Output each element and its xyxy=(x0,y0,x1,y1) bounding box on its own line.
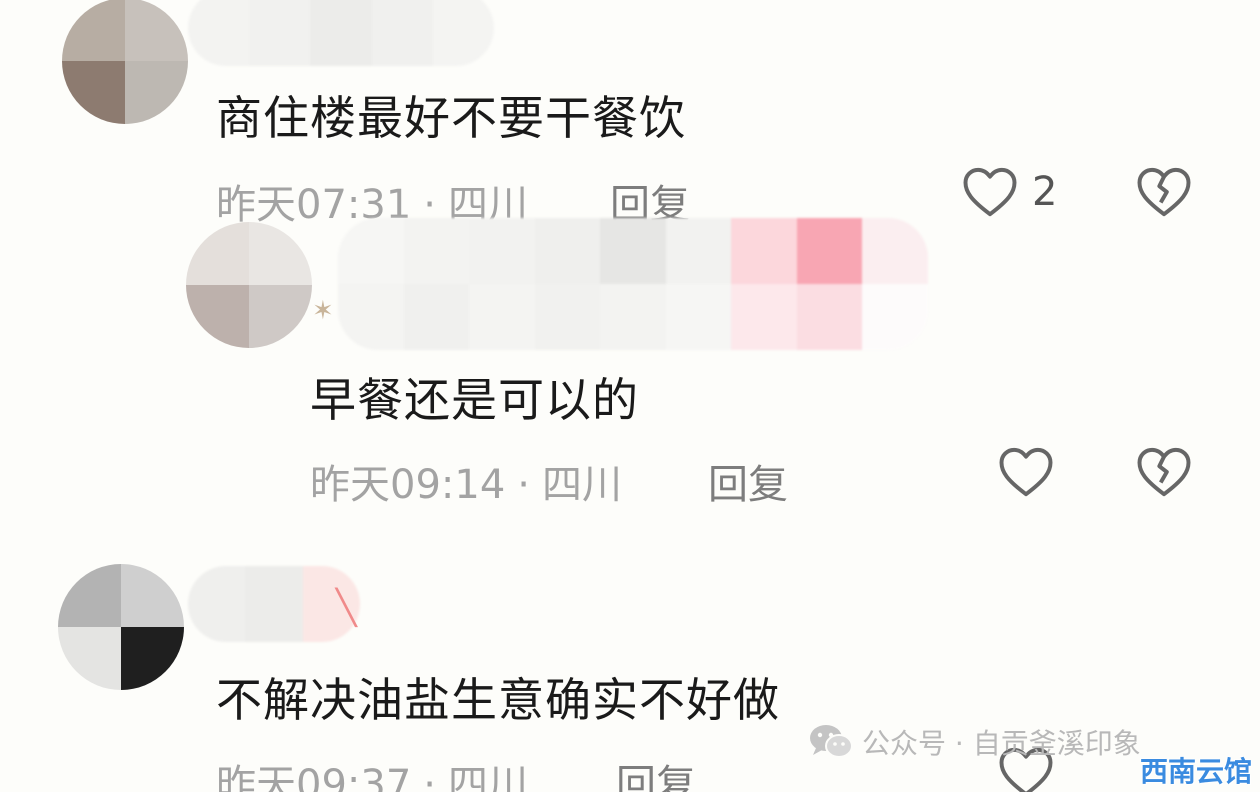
comment-location: 四川 xyxy=(542,462,622,508)
like-button[interactable] xyxy=(998,446,1068,498)
avatar[interactable] xyxy=(186,222,312,348)
watermark: 公众号 · 自贡釜溪印象 xyxy=(808,722,1141,762)
meta-separator: · xyxy=(423,762,436,792)
reply-button[interactable]: 回复 xyxy=(708,452,788,510)
comment-text: 商住楼最好不要干餐饮 xyxy=(216,91,686,145)
avatar[interactable] xyxy=(62,0,188,124)
comment-text: 不解决油盐生意确实不好做 xyxy=(216,673,780,727)
reply-comment-item: 早餐还是可以的 昨天09:14 · 四川 回复 xyxy=(0,218,1260,512)
comment-meta: 昨天09:14 · 四川 xyxy=(310,452,622,510)
like-count: 2 xyxy=(1032,169,1058,215)
username-blurred[interactable] xyxy=(188,566,360,642)
meta-separator: · xyxy=(517,462,530,508)
hedgehog-emoji-icon: ✶ xyxy=(312,296,334,326)
comment-time: 昨天09:14 xyxy=(310,462,506,508)
comment-location: 四川 xyxy=(448,762,528,792)
heart-icon xyxy=(962,166,1018,218)
wechat-icon xyxy=(808,723,854,761)
watermark-text: 公众号 · 自贡釜溪印象 xyxy=(862,727,1141,760)
broken-heart-icon[interactable] xyxy=(1136,446,1192,498)
like-button[interactable]: 2 xyxy=(962,166,1057,218)
comment-text: 早餐还是可以的 xyxy=(310,373,639,427)
username-blurred[interactable] xyxy=(188,0,494,66)
comment-list: 商住楼最好不要干餐饮 昨天07:31 · 四川 回复 2 早餐还是可以的 昨天0… xyxy=(0,0,1260,792)
corner-badge: 西南云馆 xyxy=(1139,755,1252,788)
reply-button[interactable]: 回复 xyxy=(616,752,696,792)
username-blurred[interactable] xyxy=(338,218,928,350)
emoji-fragment-icon: ╲ xyxy=(336,588,357,628)
avatar[interactable] xyxy=(58,564,184,690)
heart-icon xyxy=(998,446,1054,498)
comment-item: 商住楼最好不要干餐饮 昨天07:31 · 四川 回复 2 xyxy=(0,0,1260,230)
comment-meta: 昨天09:37 · 四川 xyxy=(216,752,528,792)
comment-time: 昨天09:37 xyxy=(216,762,412,792)
broken-heart-icon[interactable] xyxy=(1136,166,1192,218)
